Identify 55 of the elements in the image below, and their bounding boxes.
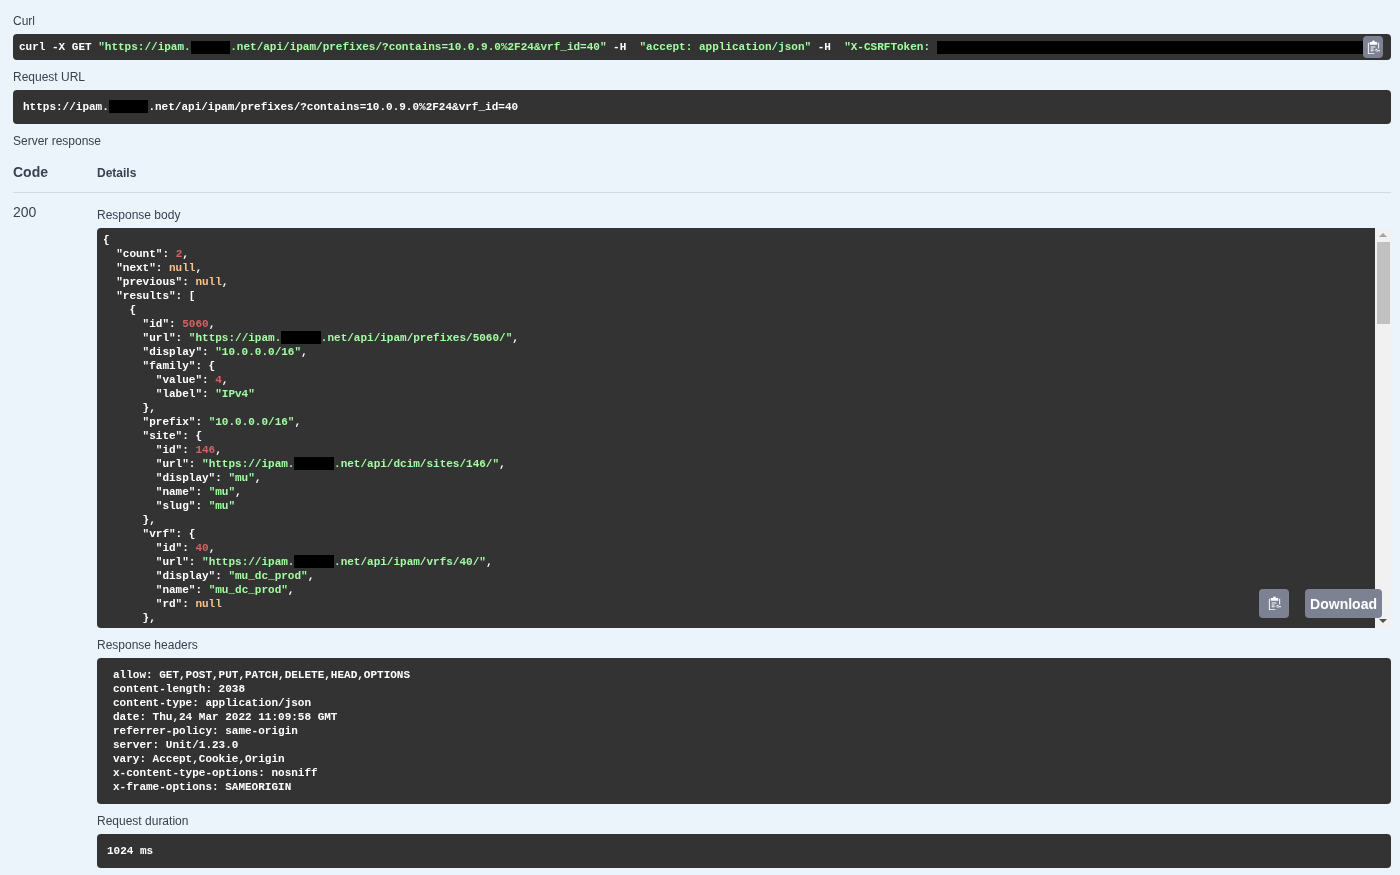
code-line: }, (141, 611, 156, 625)
section-label: Request duration (97, 814, 190, 828)
code-line: "site": { (141, 429, 203, 443)
code-line: "id": 146, (154, 443, 222, 457)
code-line: "url": "https://ipam. .net/api/ipam/vrfs/40/", (154, 555, 493, 569)
request-url-text: https://ipam. .net/api/ipam/prefixes/?contains=10.0.9.0%2F24&vrf_id=40 (23, 100, 519, 114)
code-line: { (128, 303, 136, 317)
code-line: "results": [ (115, 289, 196, 303)
status-code: 200 (13, 204, 38, 222)
code-line: "value": 4, (154, 373, 229, 387)
code-line: }, (141, 401, 156, 415)
code-line: }, (141, 513, 156, 527)
code-line: "count": 2, (115, 247, 189, 261)
copy-button[interactable] (1363, 36, 1383, 58)
code-line: "slug": "mu" (154, 499, 236, 513)
section-label: Request URL (13, 70, 87, 84)
header-line: date: Thu,24 Mar 2022 11:09:58 GMT (113, 710, 338, 724)
code-line: "label": "IPv4" (154, 387, 255, 401)
copy-button[interactable] (1259, 589, 1290, 618)
clipboard-icon (1266, 596, 1282, 611)
code-line: "name": "mu_dc_prod", (154, 583, 295, 597)
code-line: "id": 5060, (141, 317, 216, 331)
section-label: Server response (13, 134, 103, 148)
code-line: "vrf": { (141, 527, 196, 541)
section-label: Response body (97, 208, 182, 222)
header-line: x-frame-options: SAMEORIGIN (113, 780, 292, 794)
column-header: Code (13, 164, 49, 180)
header-line: vary: Accept,Cookie,Origin (113, 752, 285, 766)
scrollbar[interactable] (1375, 228, 1391, 628)
code-line: "display": "mu", (154, 471, 262, 485)
code-line: "id": 40, (154, 541, 216, 555)
header-line: x-content-type-options: nosniff (113, 766, 318, 780)
duration-value: 1024 ms (107, 844, 154, 858)
download-button[interactable]: Download (1305, 589, 1382, 618)
code-line: "rd": null (154, 597, 222, 611)
code-line: "url": "https://ipam. .net/api/dcim/sites/146/", (154, 457, 506, 471)
section-label: Curl (13, 14, 36, 28)
code-line: "prefix": "10.0.0.0/16", (141, 415, 302, 429)
clipboard-icon (1365, 39, 1381, 55)
code-line: "family": { (141, 359, 216, 373)
curl-command: curl -X GET "https://ipam. .net/api/ipam/prefixes/?contains=10.0.9.0%2F24&vrf_id=40" -H "accept: application/json" -H "X-CSRFToken: (19, 40, 1363, 54)
header-line: server: Unit/1.23.0 (113, 738, 239, 752)
header-line: content-length: 2038 (113, 682, 246, 696)
code-line: "previous": null, (115, 275, 229, 289)
code-line: { (103, 233, 110, 247)
code-line: "name": "mu", (154, 485, 242, 499)
code-line: "next": null, (115, 261, 203, 275)
header-line: referrer-policy: same-origin (113, 724, 298, 738)
code-line: "display": "10.0.0.0/16", (141, 345, 308, 359)
header-line: allow: GET,POST,PUT,PATCH,DELETE,HEAD,OPTIONS (113, 668, 411, 682)
code-line: "display": "mu_dc_prod", (154, 569, 315, 583)
header-line: content-type: application/json (113, 696, 312, 710)
code-line: "url": "https://ipam. .net/api/ipam/prefixes/5060/", (141, 331, 519, 345)
column-header: Details (97, 166, 138, 180)
section-label: Response headers (97, 638, 199, 652)
